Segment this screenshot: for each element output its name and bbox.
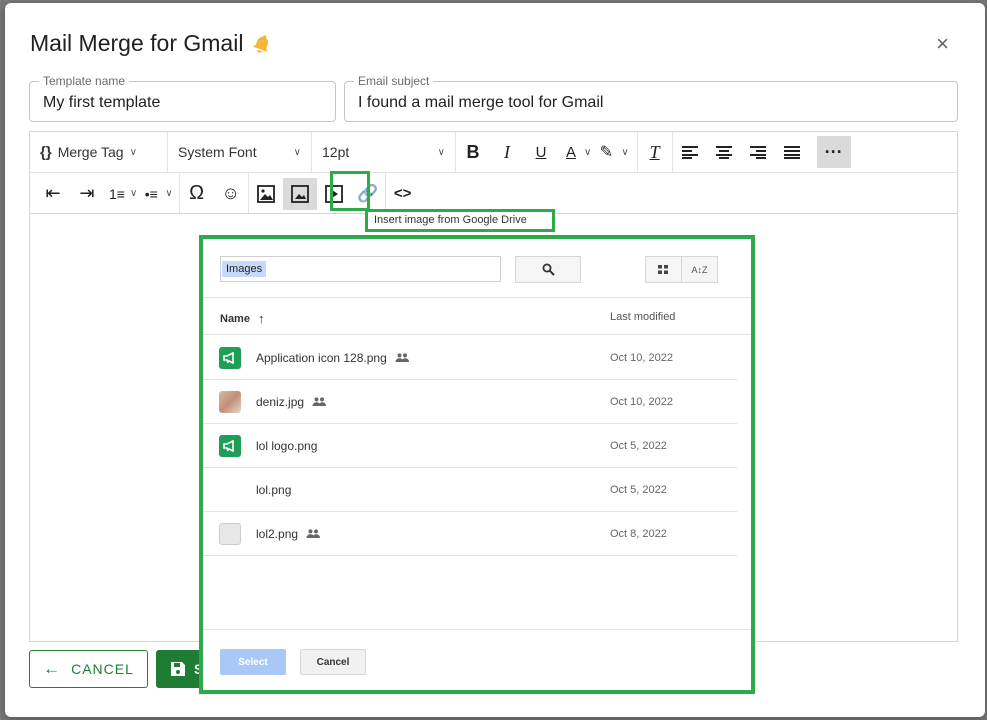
file-row[interactable]: lol.png Oct 5, 2022 — [203, 468, 737, 512]
picker-search-input[interactable]: Images — [220, 256, 501, 282]
select-button[interactable]: Select — [220, 649, 286, 675]
justify-icon[interactable] — [775, 136, 809, 168]
dialog-title-text: Mail Merge for Gmail — [30, 30, 244, 56]
picker-view-toggle: A↕Z — [645, 256, 718, 283]
template-name-label: Template name — [39, 74, 130, 88]
file-name: lol.png — [256, 483, 291, 497]
shared-icon — [306, 527, 321, 541]
picker-footer: Select Cancel — [203, 629, 751, 694]
picker-search-button[interactable] — [515, 256, 581, 283]
column-name-label: Name — [220, 312, 250, 325]
outdent-icon[interactable]: ⇤ — [36, 178, 70, 210]
bullet-list-icon[interactable]: •≡ — [137, 178, 165, 210]
chevron-down-icon[interactable]: ∨ — [621, 147, 628, 158]
template-name-field[interactable]: Template name My first template — [29, 74, 336, 122]
code-icon[interactable]: <> — [386, 178, 420, 210]
font-size-dropdown[interactable]: 12pt ∨ — [312, 132, 456, 172]
chevron-down-icon: ∨ — [437, 146, 445, 158]
file-name-text: deniz.jpg — [256, 395, 305, 409]
template-name-value: My first template — [43, 94, 161, 111]
font-size-label: 12pt — [322, 144, 350, 160]
megaphone-icon — [219, 435, 241, 457]
file-date: Oct 8, 2022 — [610, 528, 667, 540]
file-date: Oct 10, 2022 — [610, 352, 673, 364]
close-icon[interactable]: × — [936, 31, 949, 57]
shared-icon — [395, 351, 409, 365]
clear-formatting-icon[interactable]: T — [638, 136, 672, 168]
merge-tag-label: Merge Tag — [57, 144, 124, 160]
emoji-icon[interactable]: ☺ — [214, 178, 248, 210]
chevron-down-icon: ∨ — [129, 146, 137, 158]
chevron-down-icon[interactable]: ∨ — [130, 188, 137, 199]
align-right-icon[interactable] — [741, 136, 775, 168]
file-row[interactable]: deniz.jpg Oct 10, 2022 — [203, 380, 737, 424]
file-name-text: Application icon 128.png — [256, 351, 387, 365]
file-name-text: lol logo.png — [256, 439, 318, 453]
drive-image-icon[interactable] — [282, 177, 317, 210]
align-left-icon[interactable] — [673, 136, 707, 168]
file-date: Oct 5, 2022 — [610, 440, 667, 452]
cancel-label: CANCEL — [71, 661, 134, 677]
column-name-header[interactable]: Name ↑ — [220, 311, 264, 326]
special-char-icon[interactable]: Ω — [180, 178, 214, 210]
file-name: lol logo.png — [256, 439, 317, 453]
sort-az-icon[interactable]: A↕Z — [682, 257, 717, 282]
merge-tag-dropdown[interactable]: {} Merge Tag ∨ — [30, 132, 168, 172]
email-subject-field[interactable]: Email subject I found a mail merge tool … — [344, 74, 958, 122]
grid-view-icon[interactable] — [646, 257, 682, 282]
chevron-down-icon: ∨ — [293, 146, 301, 158]
photo-thumbnail-icon — [219, 391, 241, 413]
bold-icon[interactable]: B — [456, 136, 490, 168]
email-subject-label: Email subject — [354, 74, 434, 88]
toolbar-row-2: ⇤ ⇥ 1≡ ∨ •≡ ∨ Ω ☺ 🔗 <> — [30, 173, 957, 214]
italic-icon[interactable]: I — [490, 136, 524, 168]
file-date: Oct 5, 2022 — [610, 484, 667, 496]
picker-search-value: Images — [222, 261, 267, 277]
file-name: Application icon 128.png — [256, 351, 409, 365]
file-name: deniz.jpg — [256, 395, 327, 409]
file-row[interactable]: lol2.png Oct 8, 2022 — [203, 512, 737, 556]
font-family-label: System Font — [178, 144, 257, 160]
drive-image-tooltip: Insert image from Google Drive — [365, 209, 555, 232]
font-family-dropdown[interactable]: System Font ∨ — [168, 132, 312, 172]
editor-toolbar: {} Merge Tag ∨ System Font ∨ 12pt ∨ B I … — [29, 131, 958, 214]
drive-picker: Images A↕Z Name ↑ Last modified Applicat… — [199, 235, 755, 694]
highlight-icon[interactable]: ✎ — [591, 136, 621, 168]
file-row[interactable]: Application icon 128.png Oct 10, 2022 — [203, 336, 737, 380]
insert-image-icon[interactable] — [249, 178, 283, 210]
arrow-up-icon: ↑ — [257, 311, 265, 326]
search-icon — [542, 263, 555, 276]
dialog-title: Mail Merge for Gmail — [30, 30, 273, 57]
arrow-left-icon: ← — [43, 659, 62, 678]
text-color-icon[interactable]: A — [558, 136, 584, 168]
picker-header: Name ↑ Last modified — [203, 297, 751, 335]
merge-tag-icon: {} — [40, 143, 52, 161]
file-name-text: lol.png — [256, 483, 292, 497]
drive-image-highlight — [330, 171, 370, 211]
image-thumbnail-icon — [219, 523, 241, 545]
bell-icon — [253, 34, 269, 53]
numbered-list-icon[interactable]: 1≡ — [104, 178, 130, 210]
cancel-button[interactable]: ← CANCEL — [29, 650, 148, 688]
indent-icon[interactable]: ⇥ — [70, 178, 104, 210]
file-date: Oct 10, 2022 — [610, 396, 673, 408]
chevron-down-icon[interactable]: ∨ — [584, 147, 591, 158]
align-center-icon[interactable] — [707, 136, 741, 168]
underline-icon[interactable]: U — [524, 136, 558, 168]
email-subject-value: I found a mail merge tool for Gmail — [358, 94, 604, 111]
file-name-text: lol2.png — [256, 527, 299, 541]
column-modified-header[interactable]: Last modified — [610, 311, 675, 323]
picker-cancel-button[interactable]: Cancel — [300, 649, 366, 675]
shared-icon — [312, 395, 327, 409]
save-icon — [171, 662, 185, 676]
file-row[interactable]: lol logo.png Oct 5, 2022 — [203, 424, 737, 468]
file-name: lol2.png — [256, 527, 321, 541]
more-icon[interactable]: ··· — [816, 136, 851, 168]
megaphone-icon — [219, 347, 241, 369]
toolbar-row-1: {} Merge Tag ∨ System Font ∨ 12pt ∨ B I … — [30, 131, 957, 173]
chevron-down-icon[interactable]: ∨ — [165, 188, 172, 199]
